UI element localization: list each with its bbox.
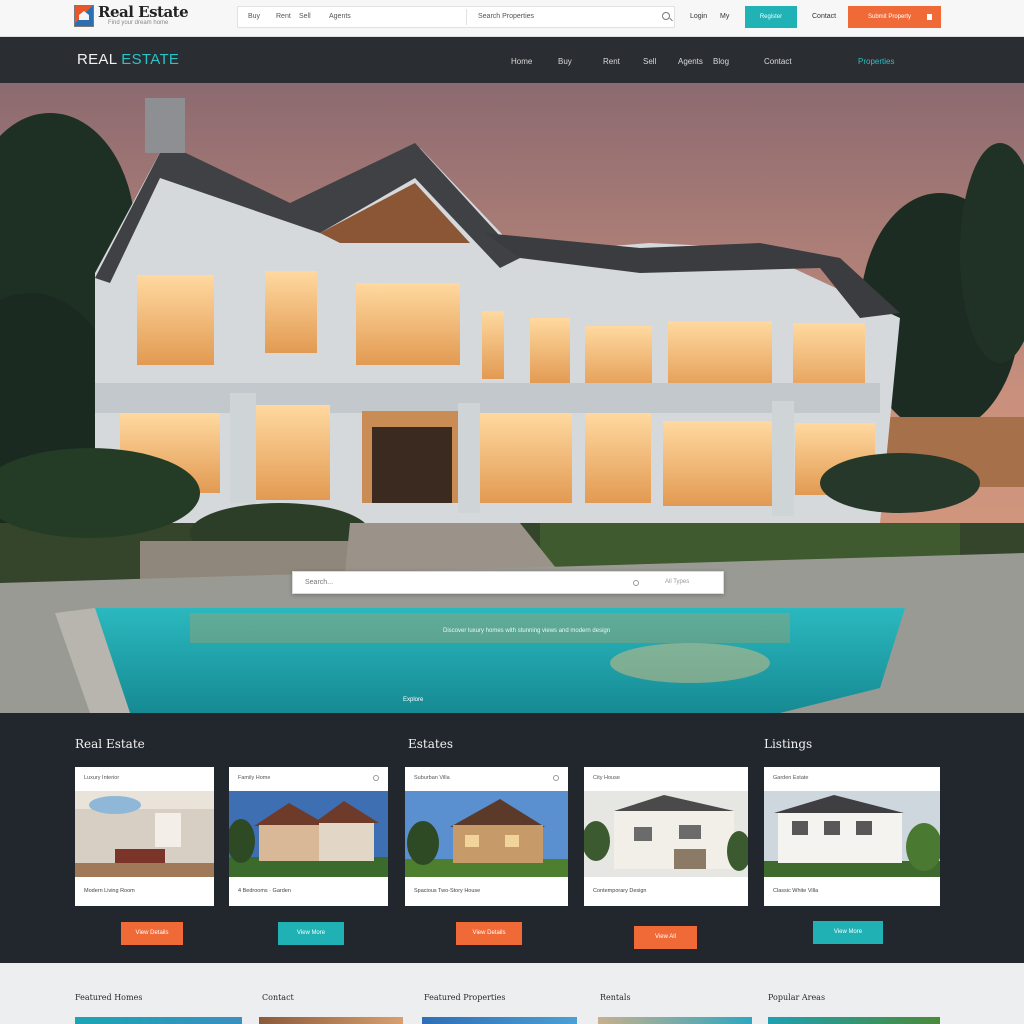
card-title: Garden Estate <box>773 775 809 781</box>
hero-section: Search... All Types Discover luxury home… <box>0 83 1024 713</box>
top-logo[interactable]: Real Estate Find your dream home <box>74 3 189 31</box>
footer-heading: Popular Areas <box>768 993 826 1002</box>
card-title: Family Home <box>238 775 271 781</box>
nav-item-sell[interactable]: Sell <box>643 57 656 66</box>
search-properties-text[interactable]: Search Properties <box>478 13 534 20</box>
footer-thumbnail[interactable] <box>75 1017 242 1024</box>
footer-heading: Contact <box>262 993 294 1002</box>
nav-item-home[interactable]: Home <box>511 57 532 66</box>
view-details-button[interactable]: View Details <box>456 922 522 945</box>
card-title: City House <box>593 775 620 781</box>
card-caption: 4 Bedrooms · Garden <box>238 888 291 894</box>
footer-section <box>0 963 1024 1024</box>
brand-main: REAL <box>77 51 117 68</box>
house-logo-icon <box>74 5 94 27</box>
search-link-rent[interactable]: Rent <box>276 13 291 20</box>
hero-house-image <box>0 83 1024 713</box>
search-divider <box>466 9 467 25</box>
category-heading-estates: Estates <box>408 737 453 751</box>
search-link-sell[interactable]: Sell <box>299 13 311 20</box>
nav-item-contact[interactable]: Contact <box>764 57 792 66</box>
nav-item-buy[interactable]: Buy <box>558 57 572 66</box>
hero-caption: Discover luxury homes with stunning view… <box>443 628 611 634</box>
footer-thumbnail[interactable] <box>422 1017 577 1024</box>
footer-thumbnail[interactable] <box>768 1017 940 1024</box>
category-heading-real-estate: Real Estate <box>75 737 145 751</box>
register-button[interactable]: Register <box>745 6 797 28</box>
property-card[interactable]: Luxury Interior Modern Living Room <box>75 767 214 906</box>
brand-logo[interactable]: REAL ESTATE <box>77 51 179 68</box>
property-card[interactable]: City House Contemporary Design <box>584 767 748 906</box>
page: Real Estate Find your dream home Buy Ren… <box>0 0 1024 1024</box>
hero-explore-link[interactable]: Explore <box>403 697 423 703</box>
favorite-icon[interactable] <box>373 775 379 781</box>
hero-search-placeholder[interactable]: Search... <box>305 579 333 586</box>
submit-property-label: Submit Property <box>868 14 912 20</box>
nav-item-agents[interactable]: Agents <box>678 57 703 66</box>
card-caption: Modern Living Room <box>84 888 135 894</box>
brand-accent: ESTATE <box>121 51 180 68</box>
property-photo <box>229 791 388 877</box>
category-heading-listings: Listings <box>764 737 813 751</box>
document-icon <box>927 14 932 20</box>
logo-title: Real Estate <box>98 3 189 21</box>
nav-item-blog[interactable]: Blog <box>713 57 729 66</box>
footer-heading: Featured Properties <box>424 993 506 1002</box>
footer-thumbnail[interactable] <box>259 1017 403 1024</box>
favorite-icon[interactable] <box>553 775 559 781</box>
login-link[interactable]: Login <box>690 13 707 20</box>
nav-item-properties[interactable]: Properties <box>858 57 894 66</box>
property-photo <box>584 791 748 877</box>
card-caption: Spacious Two-Story House <box>414 888 481 894</box>
view-all-button[interactable]: View All <box>634 926 697 949</box>
top-search-bar[interactable]: Buy Rent Sell Agents Search Properties <box>237 6 675 28</box>
property-card[interactable]: Family Home 4 Bedrooms · Garden <box>229 767 388 906</box>
footer-heading: Rentals <box>600 993 631 1002</box>
nav-item-rent[interactable]: Rent <box>603 57 620 66</box>
footer-thumbnail[interactable] <box>598 1017 752 1024</box>
hero-search-bar[interactable]: Search... All Types <box>292 571 724 594</box>
property-photo <box>75 791 214 877</box>
card-title: Luxury Interior <box>84 775 120 781</box>
top-utility-bar: Real Estate Find your dream home Buy Ren… <box>0 0 1024 37</box>
card-caption: Classic White Villa <box>773 888 819 894</box>
property-card[interactable]: Garden Estate Classic White Villa <box>764 767 940 906</box>
view-details-button[interactable]: View Details <box>121 922 183 945</box>
card-title: Suburban Villa <box>414 775 450 781</box>
card-caption: Contemporary Design <box>593 888 647 894</box>
footer-heading: Featured Homes <box>75 993 143 1002</box>
property-photo <box>764 791 940 877</box>
view-more-button[interactable]: View More <box>278 922 344 945</box>
search-link-agents[interactable]: Agents <box>329 13 351 20</box>
property-photo <box>405 791 568 877</box>
contact-link[interactable]: Contact <box>812 13 836 20</box>
search-link-buy[interactable]: Buy <box>248 13 260 20</box>
search-icon[interactable] <box>662 12 670 20</box>
view-more-button[interactable]: View More <box>813 921 883 944</box>
search-icon[interactable] <box>633 580 639 586</box>
property-card[interactable]: Suburban Villa Spacious Two-Story House <box>405 767 568 906</box>
submit-property-button[interactable]: Submit Property <box>848 6 941 28</box>
account-link[interactable]: My <box>720 13 729 20</box>
property-type-select[interactable]: All Types <box>665 579 689 585</box>
